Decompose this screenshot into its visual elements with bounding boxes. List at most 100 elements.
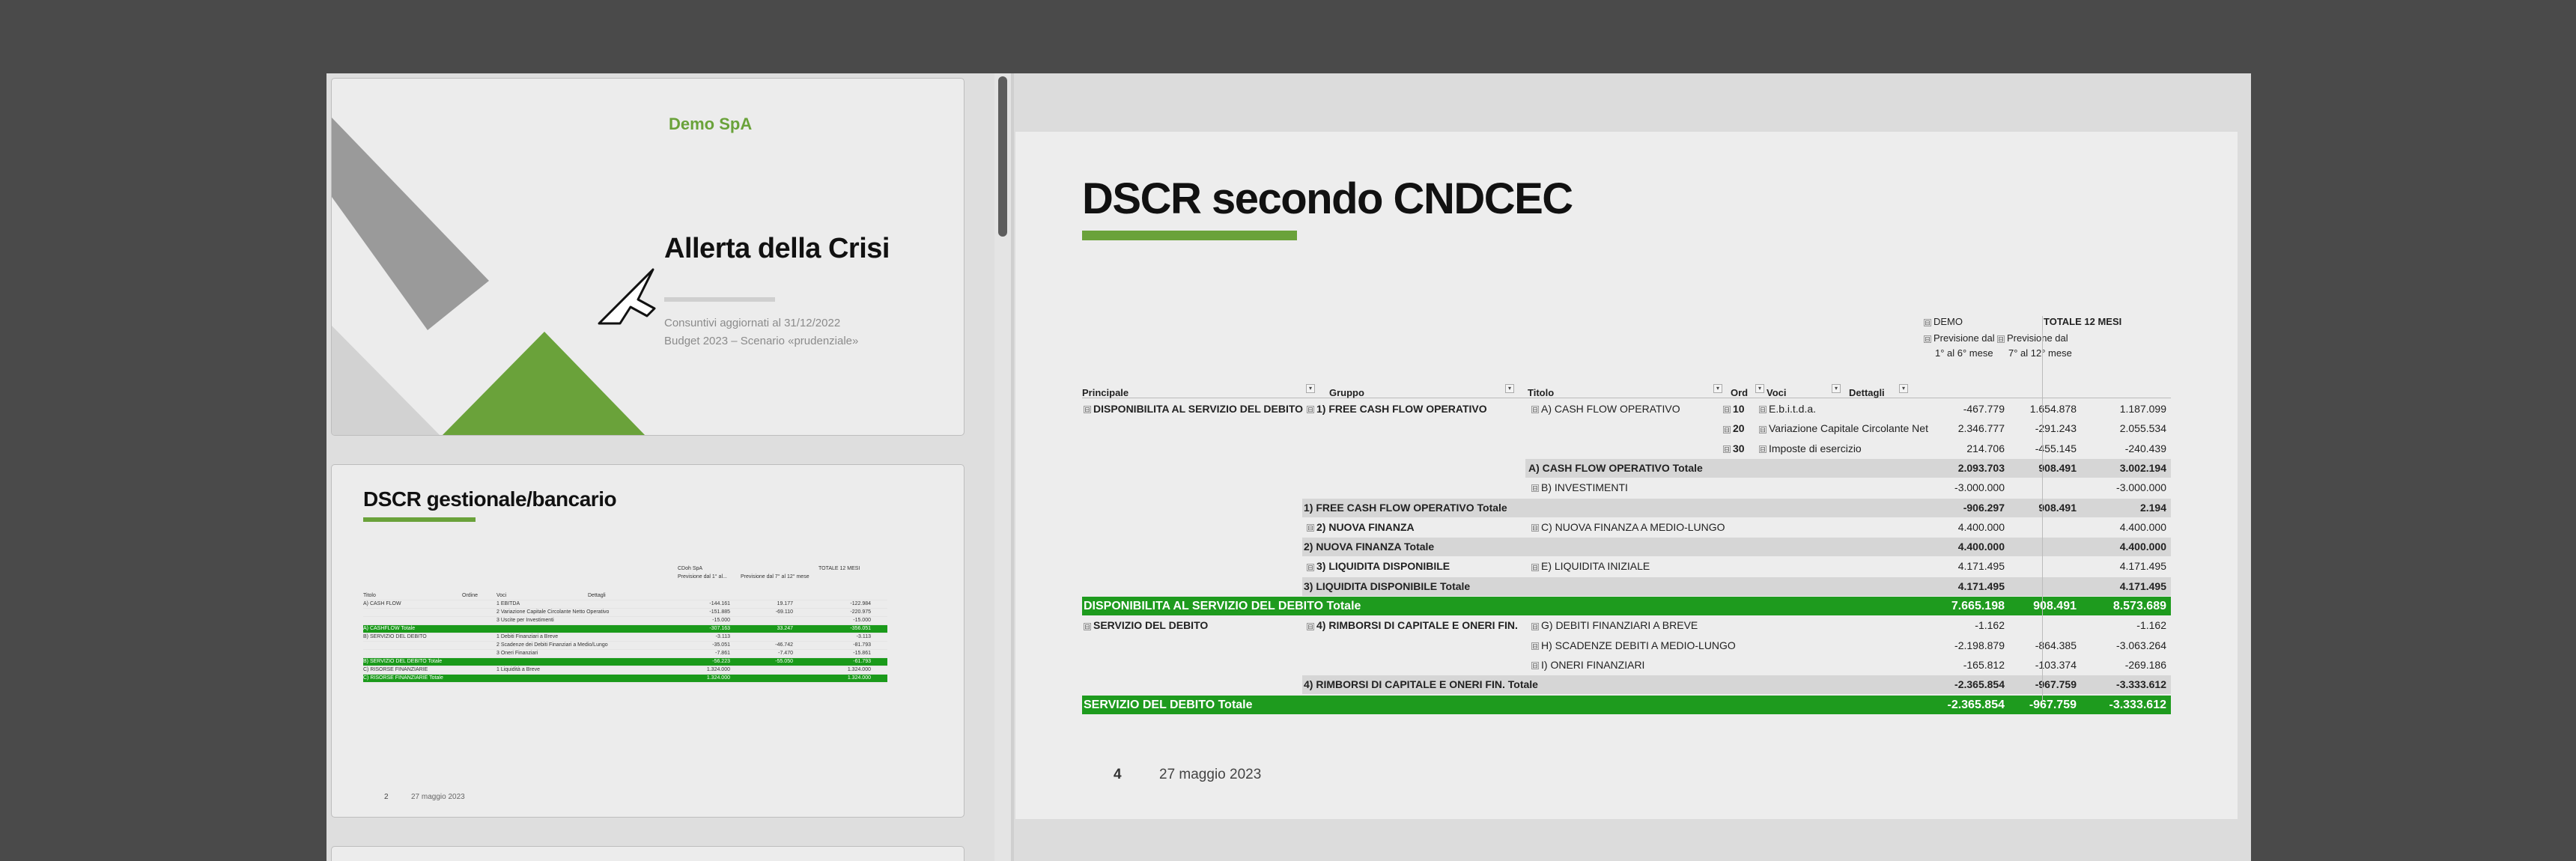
cell-titolo: ⊟ A) CASH FLOW OPERATIVO (1531, 403, 1680, 415)
pivot-subtotal-row[interactable]: A) CASH FLOW OPERATIVO Totale 2.093.703 90… (1082, 458, 2171, 478)
expand-collapse-icon[interactable]: ⊟ (1531, 662, 1539, 670)
pivot-data-row[interactable]: ⊟ SERVIZIO DEL DEBITO ⊟ 4) RIMBORSI DI CAPI… (1082, 616, 2171, 635)
cell-titolo-text: B) INVESTIMENTI (1541, 481, 1628, 494)
total-column-divider (2042, 316, 2043, 702)
expand-collapse-icon[interactable]: ⊟ (1307, 622, 1314, 630)
expand-collapse-icon[interactable]: ⊟ (1307, 563, 1314, 571)
expand-collapse-icon[interactable]: ⊟ (1759, 425, 1767, 433)
pivot-grand-total-row[interactable]: DISPONIBILITA AL SERVIZIO DEL DEBITO Tot… (1082, 597, 2171, 615)
expand-collapse-icon[interactable]: ⊟ (1759, 406, 1767, 414)
expand-collapse-icon[interactable]: ⊟ (1723, 406, 1731, 414)
title-underline (1082, 231, 1297, 240)
slide-thumbnail-1[interactable]: Demo SpA Allerta della Crisi Consuntivi … (331, 78, 965, 436)
expand-collapse-icon[interactable]: ⊟ (1084, 406, 1091, 414)
cell-gruppo-text: 2) NUOVA FINANZA Totale (1304, 541, 1435, 553)
cell-gruppo: 1) FREE CASH FLOW OPERATIVO Totale (1304, 502, 1507, 514)
pivot-subtotal-row[interactable]: 4) RIMBORSI DI CAPITALE E ONERI FIN. Tot… (1082, 675, 2171, 695)
cell-value: -2.365.854 (1954, 678, 2005, 691)
expand-collapse-icon[interactable]: ⊟ (1084, 622, 1091, 630)
cell-voce-text: Imposte di esercizio (1769, 442, 1862, 454)
voci-filter-dropdown[interactable]: ▾ (1832, 384, 1841, 393)
mini-cell: -151.885 (709, 609, 730, 615)
pivot-data-row[interactable]: ⊟ DISPONIBILITA AL SERVIZIO DEL DEBITO ⊟ 1)… (1082, 400, 2171, 419)
cell-principale-text: DISPONIBILITA AL SERVIZIO DEL DEBITO (1093, 403, 1304, 415)
mini-table-row: A) CASH FLOW 1 EBITDA -144.161 19.177 -122.9… (363, 600, 887, 609)
expand-collapse-icon[interactable]: ⊟ (1531, 622, 1539, 630)
gruppo-filter-dropdown[interactable]: ▾ (1505, 384, 1514, 393)
pivot-data-row[interactable]: ⊟ B) INVESTIMENTI -3.000.000 -3.000.000 (1082, 478, 2171, 497)
cell-value: -3.000.000 (2116, 481, 2166, 494)
expand-collapse-icon[interactable]: ⊟ (1759, 445, 1767, 453)
expand-collapse-icon[interactable]: ⊟ (1531, 484, 1539, 493)
pivot-col2-header[interactable]: ⊟ Previsione dal 7° al 12° mese (1997, 331, 2072, 361)
expand-collapse-icon[interactable]: ⊟ (1531, 406, 1539, 414)
cell-principale: DISPONIBILITA AL SERVIZIO DEL DEBITO Tot… (1084, 600, 1361, 613)
pivot-data-row[interactable]: ⊟ 2) NUOVA FINANZA ⊟ C) NUOVA FINANZA A MED… (1082, 518, 2171, 537)
pivot-data-row[interactable]: ⊟ 20 ⊟ Variazione Capitale Circolante Net 2.… (1082, 419, 2171, 438)
mini-cell: 3 Uscite per Investimenti (496, 618, 554, 623)
current-slide[interactable]: DSCR secondo CNDCEC ⊟ DEMO TOTALE 12 MESI… (1015, 132, 2238, 819)
cell-value: -3.000.000 (1954, 481, 2005, 494)
cell-value: -3.063.264 (2116, 639, 2166, 651)
cell-value: -240.439 (2124, 442, 2166, 454)
slide-subtitle: Consuntivi aggiornati al 31/12/2022 (664, 317, 841, 329)
slide-thumbnail-pane[interactable]: Demo SpA Allerta della Crisi Consuntivi … (326, 73, 994, 861)
pivot-data-row[interactable]: ⊟ I) ONERI FINANZIARI -165.812 -103.374 -269… (1082, 656, 2171, 675)
mini-cell: 1.324.000 (847, 667, 871, 672)
mini-table-body: A) CASH FLOW 1 EBITDA -144.161 19.177 -122.9… (363, 600, 887, 683)
pivot-col1-header[interactable]: ⊟ Previsione dal 1° al 6° mese (1924, 331, 1995, 361)
pivot-field-header-row: Principale Gruppo ▾ Titolo ▾ ▾ Ord ▾ Voc… (1082, 382, 2171, 398)
thumbnail-scrollbar[interactable] (994, 73, 1011, 861)
cell-principale-text: SERVIZIO DEL DEBITO (1093, 619, 1209, 632)
pivot-data-row[interactable]: ⊟ H) SCADENZE DEBITI A MEDIO-LUNGO -2.198.… (1082, 636, 2171, 655)
cell-titolo: ⊟ H) SCADENZE DEBITI A MEDIO-LUNGO (1531, 639, 1736, 651)
expand-collapse-icon[interactable]: ⊟ (1307, 406, 1314, 414)
ord-filter-dropdown[interactable]: ▾ (1755, 384, 1764, 393)
expand-collapse-icon[interactable]: ⊟ (1531, 642, 1539, 650)
pivot-grand-total-row[interactable]: SERVIZIO DEL DEBITO Totale -2.365.854 -967… (1082, 695, 2171, 714)
dettagli-filter-dropdown[interactable]: ▾ (1899, 384, 1908, 393)
cell-gruppo-text: 4) RIMBORSI DI CAPITALE E ONERI FIN. Tot… (1304, 678, 1538, 691)
pivot-subtotal-row[interactable]: 3) LIQUIDITA DISPONIBILE Totale 4.171.495… (1082, 576, 2171, 596)
pivot-subtotal-row[interactable]: 2) NUOVA FINANZA Totale 4.400.000 4.400.00… (1082, 538, 2171, 557)
expand-collapse-icon[interactable]: ⊟ (1307, 524, 1314, 532)
pivot-data-row[interactable]: ⊟ 30 ⊟ Imposte di esercizio 214.706 -455.145-… (1082, 439, 2171, 458)
expand-collapse-icon[interactable]: ⊟ (1723, 425, 1731, 433)
pivot-data-row[interactable]: ⊟ 3) LIQUIDITA DISPONIBILE ⊟ E) LIQUIDITA I… (1082, 557, 2171, 576)
cell-principale-text: SERVIZIO DEL DEBITO Totale (1084, 698, 1253, 711)
cell-principale-text: DISPONIBILITA AL SERVIZIO DEL DEBITO Tot… (1084, 600, 1361, 612)
mini-cell: 2 Scadenze dei Debiti Finanziari a Medio… (496, 642, 608, 648)
slide-thumbnail-2[interactable]: DSCR gestionale/bancario CDoh SpA TOTALE… (331, 464, 965, 818)
cell-voce-text: E.b.i.t.d.a. (1769, 403, 1817, 415)
cell-titolo-text: H) SCADENZE DEBITI A MEDIO-LUNGO (1541, 639, 1736, 651)
mini-company: CDoh SpA (678, 566, 703, 571)
mini-cell: 2 Variazione Capitale Circolante Netto O… (496, 609, 610, 615)
mini-cell: -3.113 (856, 634, 871, 639)
expand-collapse-icon[interactable]: ⊟ (1723, 445, 1731, 453)
mini-cell: 1 EBITDA (496, 601, 520, 606)
cell-value: -906.297 (1963, 501, 2005, 514)
expand-collapse-icon[interactable]: ⊟ (1531, 524, 1539, 532)
cell-ord-text: 20 (1733, 422, 1745, 435)
slide-title[interactable]: DSCR secondo CNDCEC (1082, 174, 1573, 224)
principale-filter-dropdown[interactable]: ▾ (1306, 384, 1315, 393)
slide-thumbnail-3[interactable] (331, 846, 965, 861)
pivot-subtotal-row[interactable]: 1) FREE CASH FLOW OPERATIVO Totale -906.2… (1082, 498, 2171, 517)
cell-value: -2.198.879 (1954, 639, 2005, 651)
titolo-filter-dropdown[interactable]: ▾ (1713, 384, 1722, 393)
mini-cell: 1 Debiti Finanziari a Breve (496, 634, 559, 639)
slide-editor-pane[interactable]: DSCR secondo CNDCEC ⊟ DEMO TOTALE 12 MESI… (1014, 73, 2251, 861)
cell-value: -467.779 (1963, 403, 2005, 415)
scrollbar-thumb[interactable] (998, 76, 1007, 237)
mini-cell: A) CASH FLOW (363, 601, 401, 606)
title-underline (363, 517, 476, 522)
cell-gruppo-text: 1) FREE CASH FLOW OPERATIVO (1316, 403, 1487, 415)
pivot-company-header[interactable]: ⊟ DEMO (1924, 316, 1963, 327)
expand-collapse-icon[interactable]: ⊟ (1531, 563, 1539, 571)
cell-value: -269.186 (2124, 658, 2166, 671)
cell-voce: ⊟ Variazione Capitale Circolante Net (1759, 422, 1928, 434)
pivot-total-header: TOTALE 12 MESI (2044, 316, 2122, 327)
cell-value: 4.400.000 (1957, 520, 2005, 533)
mini-cell: 1.324.000 (706, 675, 730, 681)
mini-table-row: 3 Uscite per Investimenti -15.000 -15.000 (363, 617, 887, 625)
